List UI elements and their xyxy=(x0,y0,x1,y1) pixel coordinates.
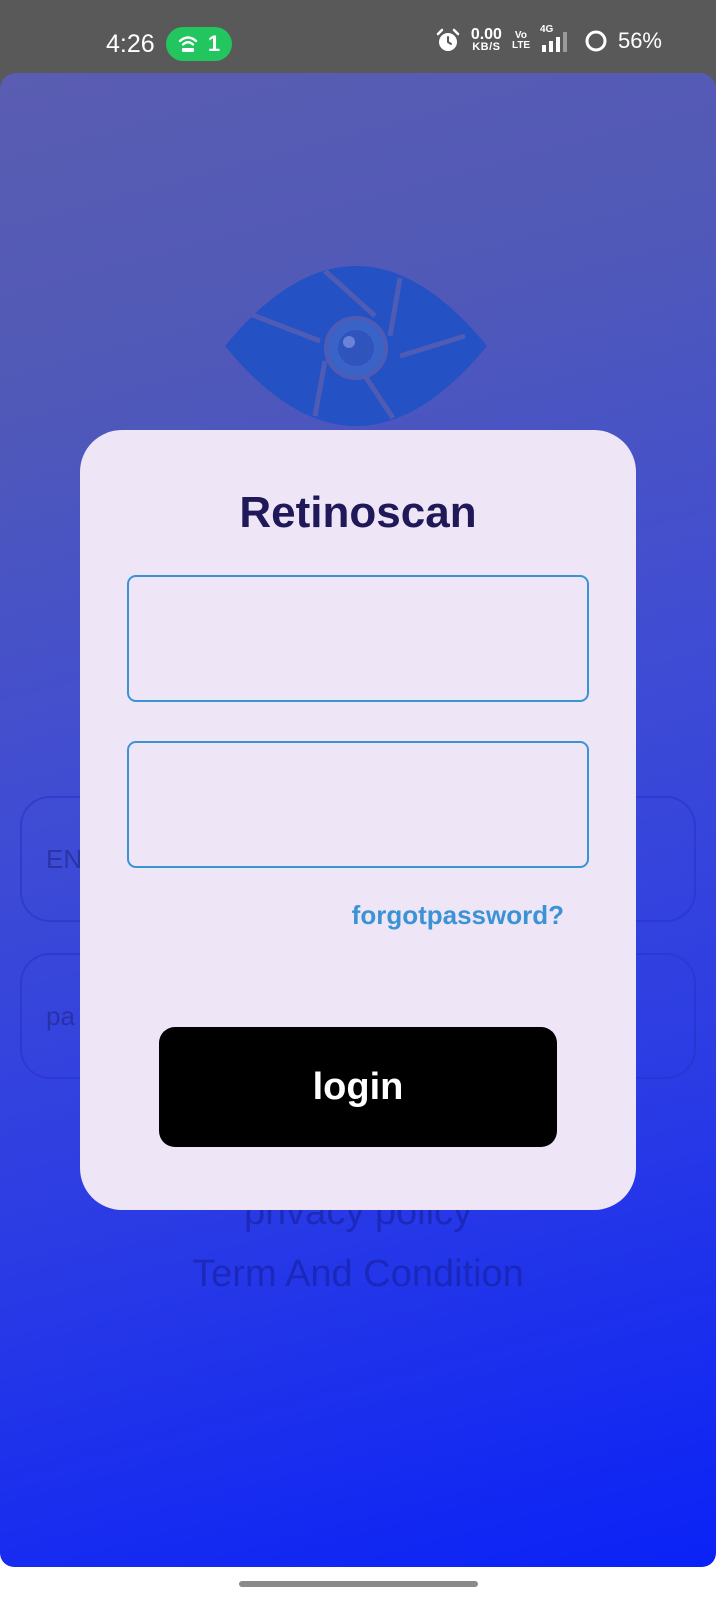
navigation-bar xyxy=(0,1567,716,1600)
volte-bottom: LTE xyxy=(511,40,531,51)
network-type: 4G xyxy=(539,24,554,35)
hotspot-count: 1 xyxy=(207,31,221,56)
network-speed: 0.00 KB/S xyxy=(470,26,502,54)
dialog-title: Retinoscan xyxy=(239,488,477,537)
hotspot-indicator: 1 xyxy=(166,27,232,61)
email-input[interactable] xyxy=(127,575,589,702)
battery-icon xyxy=(585,30,607,52)
network-speed-unit: KB/S xyxy=(472,41,501,53)
background-email-placeholder: EN xyxy=(46,844,83,874)
forgot-password-link[interactable]: forgotpassword? xyxy=(352,900,564,931)
signal-indicator: 4G xyxy=(540,24,574,54)
screen: 4:26 1 0.00 KB/S Vo LTE 4G 56% EN pa pri… xyxy=(0,0,716,1600)
login-dialog: Retinoscan forgotpassword? login xyxy=(80,430,636,1210)
background-password-placeholder: pa xyxy=(46,1001,75,1031)
terms-link: Term And Condition xyxy=(192,1253,524,1295)
volte-indicator: Vo LTE xyxy=(512,31,530,51)
gesture-handle[interactable] xyxy=(239,1581,478,1587)
eye-logo-icon xyxy=(225,266,487,426)
password-input[interactable] xyxy=(127,741,589,868)
network-speed-value: 0.00 xyxy=(470,26,502,43)
status-time: 4:26 xyxy=(106,30,155,58)
alarm-icon xyxy=(436,28,460,51)
login-button[interactable]: login xyxy=(159,1027,557,1147)
status-icons: 0.00 KB/S Vo LTE 4G 56% xyxy=(435,24,662,54)
battery-percentage: 56% xyxy=(617,28,662,53)
hotspot-icon xyxy=(178,36,198,52)
